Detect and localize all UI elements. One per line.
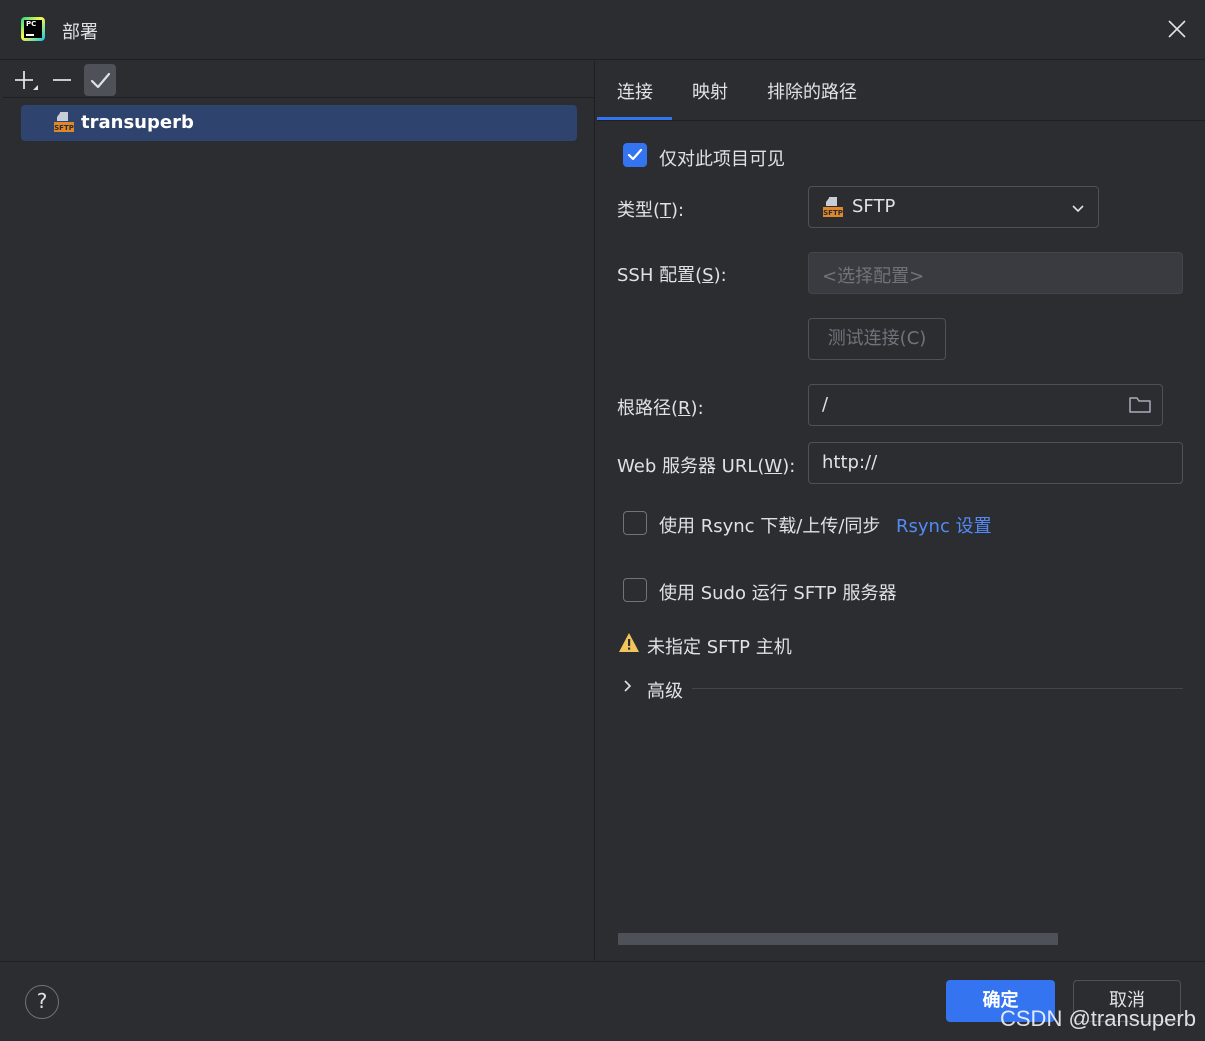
type-dropdown[interactable]: SFTP SFTP	[808, 186, 1099, 228]
type-label-prefix: 类型(	[617, 200, 661, 221]
web-url-label-suffix: ):	[782, 456, 796, 477]
web-url-input[interactable]: http://	[808, 442, 1183, 484]
warning-message: 未指定 SFTP 主机	[647, 637, 792, 658]
ssh-config-label-prefix: SSH 配置(	[617, 265, 703, 286]
server-list-panel: SFTP transuperb	[3, 61, 595, 961]
tab-excluded-paths[interactable]: 排除的路径	[767, 78, 857, 104]
ssh-config-label-suffix: ):	[713, 265, 727, 286]
visible-only-project-label: 仅对此项目可见	[659, 149, 785, 170]
checkmark-icon	[627, 148, 643, 161]
server-item-transuperb[interactable]: SFTP transuperb	[21, 105, 577, 141]
tab-connection[interactable]: 连接	[617, 78, 653, 104]
plus-icon	[15, 71, 38, 90]
type-value: SFTP	[852, 196, 896, 217]
sftp-icon-text: SFTP	[823, 209, 843, 217]
ssh-config-label: SSH 配置(S):	[617, 261, 727, 287]
web-url-label: Web 服务器 URL(W):	[617, 452, 795, 478]
server-list-toolbar	[3, 61, 595, 98]
help-button[interactable]: ?	[25, 985, 59, 1019]
add-server-button[interactable]	[7, 64, 39, 96]
root-path-label-prefix: 根路径(	[617, 398, 679, 419]
title-bar: PC 部署	[0, 0, 1205, 60]
root-path-value: /	[822, 394, 829, 415]
type-label: 类型(T):	[617, 196, 684, 222]
app-logo-text: PC	[26, 20, 37, 28]
root-path-label: 根路径(R):	[617, 394, 704, 420]
type-label-mnemonic: T	[660, 200, 672, 221]
type-label-suffix: ):	[671, 200, 685, 221]
web-url-label-prefix: Web 服务器 URL(	[617, 456, 765, 477]
folder-icon[interactable]	[1128, 394, 1152, 416]
server-settings-panel: 连接 映射 排除的路径 仅对此项目可见 类型(T): SFTP SFTP SSH…	[597, 61, 1205, 961]
web-url-label-mnemonic: W	[764, 456, 783, 477]
web-url-value: http://	[822, 452, 878, 473]
use-rsync-checkbox[interactable]	[623, 511, 647, 535]
watermark: CSDN @transuperb	[1000, 1006, 1196, 1031]
remove-server-button[interactable]	[45, 64, 77, 96]
tab-bar: 连接 映射 排除的路径	[597, 61, 1205, 121]
ssh-config-select[interactable]: <选择配置>	[808, 252, 1183, 294]
minus-icon	[53, 79, 71, 81]
active-tab-indicator	[597, 117, 672, 120]
set-default-button[interactable]	[84, 64, 116, 96]
close-icon	[1168, 20, 1186, 38]
chevron-down-icon	[1072, 205, 1084, 213]
sftp-icon-text: SFTP	[54, 124, 74, 132]
sftp-icon: SFTP	[54, 112, 74, 132]
use-sudo-label: 使用 Sudo 运行 SFTP 服务器	[659, 583, 897, 604]
rsync-settings-link[interactable]: Rsync 设置	[896, 512, 992, 538]
advanced-section-toggle[interactable]: 高级	[647, 677, 683, 703]
checkmark-icon	[90, 72, 111, 89]
warning-icon	[619, 633, 639, 652]
use-rsync-label: 使用 Rsync 下载/上传/同步	[659, 516, 881, 537]
visible-only-project-checkbox[interactable]	[623, 143, 647, 167]
chevron-right-icon[interactable]	[621, 679, 635, 693]
sftp-icon: SFTP	[823, 197, 843, 217]
close-button[interactable]	[1166, 18, 1188, 40]
root-path-label-suffix: ):	[690, 398, 704, 419]
root-path-field[interactable]: /	[808, 384, 1163, 426]
window-title: 部署	[62, 22, 98, 43]
server-name: transuperb	[81, 112, 194, 133]
root-path-label-mnemonic: R	[678, 398, 691, 419]
use-sudo-checkbox[interactable]	[623, 578, 647, 602]
ssh-config-label-mnemonic: S	[702, 265, 714, 286]
pycharm-logo-icon: PC	[21, 17, 45, 41]
tab-mappings[interactable]: 映射	[692, 78, 728, 104]
ssh-config-placeholder: <选择配置>	[822, 266, 925, 287]
horizontal-scrollbar[interactable]	[618, 933, 1058, 945]
test-connection-button[interactable]: 测试连接(C)	[808, 318, 946, 360]
advanced-separator	[692, 688, 1183, 689]
